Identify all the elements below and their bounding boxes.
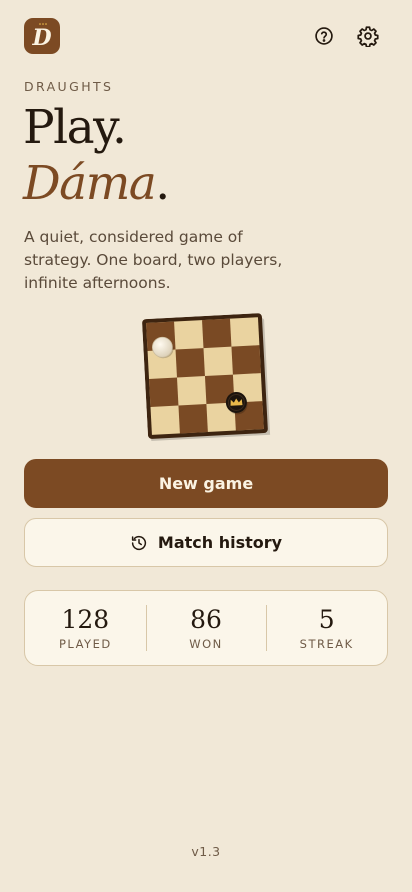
crown-icon	[39, 23, 47, 25]
stat-label: WON	[189, 637, 223, 651]
title-game-name: Dáma	[23, 156, 157, 211]
tagline: A quiet, considered game of strategy. On…	[24, 228, 283, 292]
stat-value: 86	[190, 605, 222, 634]
page-title: Play. Dáma.	[23, 100, 170, 212]
stat-label: STREAK	[299, 637, 354, 651]
title-line-2: Dáma.	[23, 156, 170, 212]
history-icon	[131, 535, 147, 550]
title-line-1: Play.	[23, 100, 127, 155]
checkerboard-image	[142, 313, 272, 444]
app-logo-letter: D	[32, 24, 52, 51]
new-game-button[interactable]: New game	[24, 459, 388, 508]
stat-label: PLAYED	[58, 637, 112, 651]
gear-icon	[357, 26, 379, 47]
stat-won: 86 WON	[145, 591, 267, 665]
stats-card: 128 PLAYED 86 WON 5 STREAK	[24, 590, 388, 666]
app-logo: D	[24, 18, 60, 54]
stat-played: 128 PLAYED	[25, 591, 146, 665]
board-illustration	[142, 313, 272, 444]
title-period: .	[155, 156, 170, 211]
help-button[interactable]	[312, 24, 336, 48]
stat-value: 5	[318, 605, 335, 634]
help-circle-icon	[315, 27, 333, 45]
match-history-label: Match history	[157, 533, 283, 552]
stat-value: 128	[61, 605, 110, 634]
top-bar: D	[24, 18, 388, 54]
stat-streak: 5 STREAK	[266, 591, 387, 665]
version-label: v1.3	[191, 844, 221, 859]
eyebrow-label: DRAUGHTS	[24, 79, 114, 94]
match-history-button[interactable]: Match history	[24, 518, 388, 567]
settings-button[interactable]	[356, 24, 380, 48]
